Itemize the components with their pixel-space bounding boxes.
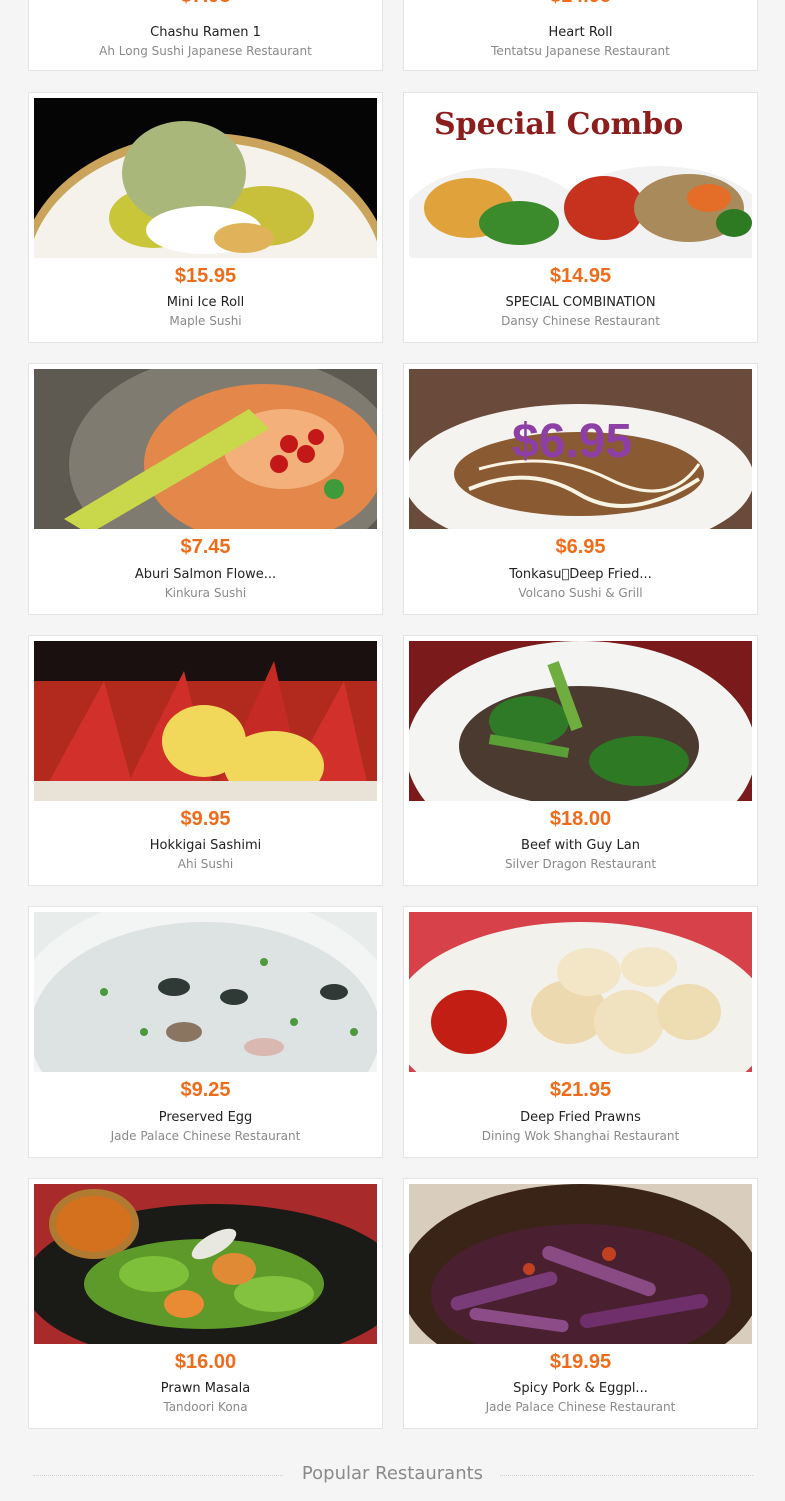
popular-restaurants-header: Popular Restaurants <box>0 1462 785 1488</box>
item-name[interactable]: Spicy Pork & Eggpl... <box>404 1381 757 1396</box>
eggplant-photo[interactable] <box>409 1184 752 1344</box>
menu-item-card[interactable]: $19.95 Spicy Pork & Eggpl... Jade Palace… <box>403 1178 758 1429</box>
item-name[interactable]: Beef with Guy Lan <box>404 838 757 853</box>
restaurant-name[interactable]: Dining Wok Shanghai Restaurant <box>404 1129 757 1143</box>
special-combo-photo[interactable]: Special Combo <box>409 98 752 258</box>
item-price: $21.95 <box>549 1079 612 1101</box>
restaurant-name[interactable]: Silver Dragon Restaurant <box>404 857 757 871</box>
item-name[interactable]: Preserved Egg <box>29 1110 382 1125</box>
menu-item-card[interactable]: $6.95 $6.95 Tonkasu Deep Fried... Volcan… <box>403 363 758 615</box>
aburi-salmon-photo[interactable] <box>34 369 377 529</box>
menu-item-card[interactable]: Special Combo $14.95 SPECIAL COMBINATION… <box>403 92 758 343</box>
restaurant-name[interactable]: Tandoori Kona <box>29 1400 382 1414</box>
beef-guy-lan-photo[interactable] <box>409 641 752 801</box>
item-price: $14.95 <box>404 0 757 8</box>
menu-item-card[interactable]: $21.95 Deep Fried Prawns Dining Wok Shan… <box>403 906 758 1158</box>
restaurant-name[interactable]: Kinkura Sushi <box>29 586 382 600</box>
tonkatsu-photo[interactable]: $6.95 <box>409 369 752 529</box>
restaurant-name[interactable]: Jade Palace Chinese Restaurant <box>404 1400 757 1414</box>
menu-item-card[interactable]: $15.95 Mini Ice Roll Maple Sushi <box>28 92 383 343</box>
fried-prawns-photo[interactable] <box>409 912 752 1072</box>
item-price: $9.95 <box>180 808 231 830</box>
restaurant-name[interactable]: Jade Palace Chinese Restaurant <box>29 1129 382 1143</box>
item-name[interactable]: Hokkigai Sashimi <box>29 838 382 853</box>
menu-item-card[interactable]: $18.00 Beef with Guy Lan Silver Dragon R… <box>403 635 758 886</box>
restaurant-name[interactable]: Volcano Sushi & Grill <box>404 586 757 600</box>
item-price: $7.45 <box>180 536 231 558</box>
photo-caption: Special Combo <box>434 107 683 142</box>
item-price: $16.00 <box>174 1351 237 1373</box>
photo-caption: $6.95 <box>512 415 632 468</box>
item-name[interactable]: Chashu Ramen 1 <box>29 25 382 40</box>
item-name[interactable]: SPECIAL COMBINATION <box>404 295 757 310</box>
hokkigai-photo[interactable] <box>34 641 377 801</box>
item-price: $19.95 <box>549 1351 612 1373</box>
restaurant-name[interactable]: Ah Long Sushi Japanese Restaurant <box>29 44 382 58</box>
restaurant-name[interactable]: Maple Sushi <box>29 314 382 328</box>
prawn-masala-photo[interactable] <box>34 1184 377 1344</box>
divider-right <box>500 1475 753 1476</box>
item-price: $14.95 <box>549 265 612 287</box>
item-name[interactable]: Aburi Salmon Flowe... <box>29 567 382 582</box>
item-name[interactable]: Prawn Masala <box>29 1381 382 1396</box>
menu-item-card[interactable]: $9.95 Hokkigai Sashimi Ahi Sushi <box>28 635 383 886</box>
menu-item-card[interactable]: $16.00 Prawn Masala Tandoori Kona <box>28 1178 383 1429</box>
menu-item-card[interactable]: $14.95 Heart Roll Tentatsu Japanese Rest… <box>403 0 758 71</box>
item-price: $9.25 <box>180 1079 231 1101</box>
menu-item-card[interactable]: $7.45 Aburi Salmon Flowe... Kinkura Sush… <box>28 363 383 615</box>
item-name[interactable]: Deep Fried Prawns <box>404 1110 757 1125</box>
item-price: $15.95 <box>174 265 237 287</box>
restaurant-name[interactable]: Dansy Chinese Restaurant <box>404 314 757 328</box>
restaurant-name[interactable]: Ahi Sushi <box>29 857 382 871</box>
item-name[interactable]: Heart Roll <box>404 25 757 40</box>
menu-item-card[interactable]: $7.98 Chashu Ramen 1 Ah Long Sushi Japan… <box>28 0 383 71</box>
item-price: $6.95 <box>555 536 606 558</box>
restaurant-name[interactable]: Tentatsu Japanese Restaurant <box>404 44 757 58</box>
item-name[interactable]: Tonkasu Deep Fried... <box>404 567 757 582</box>
item-price: $18.00 <box>549 808 612 830</box>
congee-photo[interactable] <box>34 912 377 1072</box>
ice-roll-photo[interactable] <box>34 98 377 258</box>
menu-item-card[interactable]: $9.25 Preserved Egg Jade Palace Chinese … <box>28 906 383 1158</box>
section-title: Popular Restaurants <box>301 1463 484 1484</box>
item-price: $7.98 <box>29 0 382 8</box>
item-name[interactable]: Mini Ice Roll <box>29 295 382 310</box>
